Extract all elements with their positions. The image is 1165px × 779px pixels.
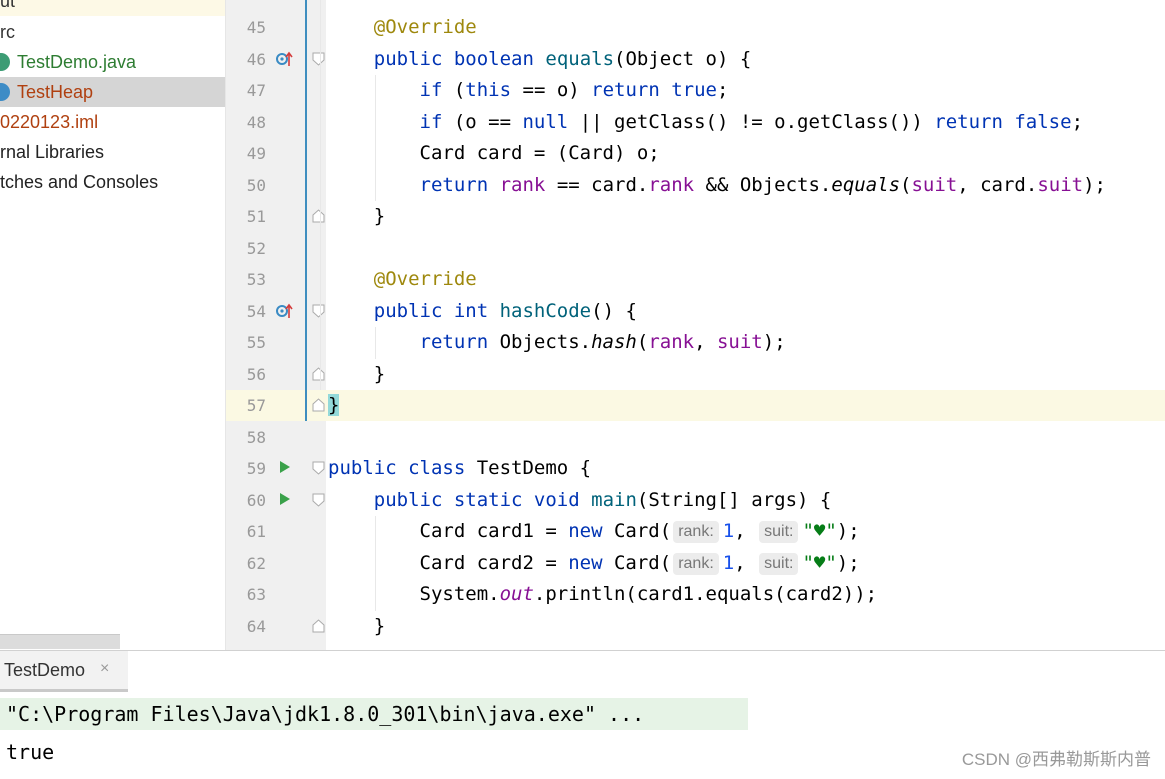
line-number: 64 — [246, 617, 266, 636]
fold-start-icon[interactable] — [312, 304, 325, 318]
run-command-line: "C:\Program Files\Java\jdk1.8.0_301\bin\… — [0, 698, 748, 730]
code-line: } — [328, 394, 340, 416]
run-tab-testdemo[interactable]: TestDemo × — [0, 651, 128, 692]
fold-end-icon[interactable] — [312, 367, 325, 381]
class-icon — [0, 83, 10, 101]
tree-item-testheap[interactable]: TestHeap — [0, 77, 225, 107]
code-line: if (o == null || getClass() != o.getClas… — [419, 111, 1084, 133]
fold-end-icon[interactable] — [312, 398, 325, 412]
line-number: 51 — [246, 207, 266, 226]
tree-item-label: TestDemo.java — [17, 52, 137, 72]
tree-item-label: 0220123.iml — [0, 112, 99, 132]
run-icon[interactable] — [279, 492, 291, 506]
tree-item-label: TestHeap — [17, 82, 94, 102]
tree-item-out[interactable]: ut — [0, 0, 225, 16]
line-number: 60 — [246, 491, 266, 510]
code-line: @Override — [373, 268, 477, 290]
code-line: @Override — [373, 16, 477, 38]
close-icon[interactable]: × — [100, 660, 109, 678]
line-number: 54 — [246, 302, 266, 321]
tree-item-src[interactable]: rc — [0, 17, 225, 47]
line-number: 52 — [246, 239, 266, 258]
code-line: Card card1 = new Card(rank: 1, suit: "♥"); — [328, 520, 860, 543]
line-number: 57 — [246, 396, 266, 415]
code-line: System.out.println(card1.equals(card2)); — [328, 583, 878, 605]
current-line-highlight — [226, 390, 1165, 421]
line-number: 58 — [246, 428, 266, 447]
param-hint-suit: suit: — [759, 553, 799, 575]
line-number: 48 — [246, 113, 266, 132]
tree-horizontal-scrollbar[interactable] — [0, 634, 120, 649]
indent-guide — [320, 0, 321, 390]
code-line: public int hashCode() { — [373, 300, 637, 322]
fold-start-icon[interactable] — [312, 493, 325, 507]
tree-item-iml[interactable]: 0220123.iml — [0, 107, 225, 137]
tree-item-label: rc — [0, 22, 15, 42]
tree-item-external-libraries[interactable]: rnal Libraries — [0, 137, 225, 167]
run-icon[interactable] — [279, 460, 291, 474]
line-number: 59 — [246, 459, 266, 478]
console-output: true — [6, 740, 55, 764]
overrides-method-icon[interactable] — [274, 50, 294, 68]
code-line: public class TestDemo { — [328, 457, 592, 479]
line-number: 62 — [246, 554, 266, 573]
code-line: public boolean equals(Object o) { — [373, 48, 752, 70]
run-tab-label: TestDemo — [4, 660, 86, 680]
line-number: 61 — [246, 522, 266, 541]
fold-start-icon[interactable] — [312, 52, 325, 66]
line-number: 55 — [246, 333, 266, 352]
code-line: return Objects.hash(rank, suit); — [419, 331, 786, 353]
line-number: 47 — [246, 81, 266, 100]
tree-item-testdemo-java[interactable]: TestDemo.java — [0, 47, 225, 77]
tree-item-label: rnal Libraries — [0, 142, 105, 162]
java-class-icon — [0, 53, 10, 71]
tree-item-label: tches and Consoles — [0, 172, 159, 192]
line-number: 63 — [246, 585, 266, 604]
fold-start-icon[interactable] — [312, 461, 325, 475]
vcs-change-marker — [305, 0, 307, 421]
line-number: 49 — [246, 144, 266, 163]
param-hint-rank: rank: — [673, 553, 719, 575]
tree-item-scratches[interactable]: tches and Consoles — [0, 167, 225, 197]
line-number: 50 — [246, 176, 266, 195]
line-number: 53 — [246, 270, 266, 289]
line-number: 45 — [246, 18, 266, 37]
watermark: CSDN @西弗勒斯斯内普 — [961, 750, 1151, 769]
code-line: } — [328, 205, 386, 227]
tree-item-label: ut — [0, 0, 16, 11]
code-line: } — [328, 615, 386, 637]
line-number: 56 — [246, 365, 266, 384]
code-line: if (this == o) return true; — [419, 79, 729, 101]
code-line: } — [328, 363, 386, 385]
code-line: Card card2 = new Card(rank: 1, suit: "♥"); — [328, 552, 860, 575]
fold-end-icon[interactable] — [312, 209, 325, 223]
code-line: Card card = (Card) o; — [328, 142, 660, 164]
fold-end-icon[interactable] — [312, 619, 325, 633]
code-line: public static void main(String[] args) { — [373, 489, 832, 511]
code-line: return rank == card.rank && Objects.equa… — [419, 174, 1106, 196]
param-hint-rank: rank: — [673, 521, 719, 543]
param-hint-suit: suit: — [759, 521, 799, 543]
project-tree: ut rc TestDemo.java TestHeap 0220123.iml… — [0, 0, 226, 650]
overrides-method-icon[interactable] — [274, 302, 294, 320]
line-number: 46 — [246, 50, 266, 69]
